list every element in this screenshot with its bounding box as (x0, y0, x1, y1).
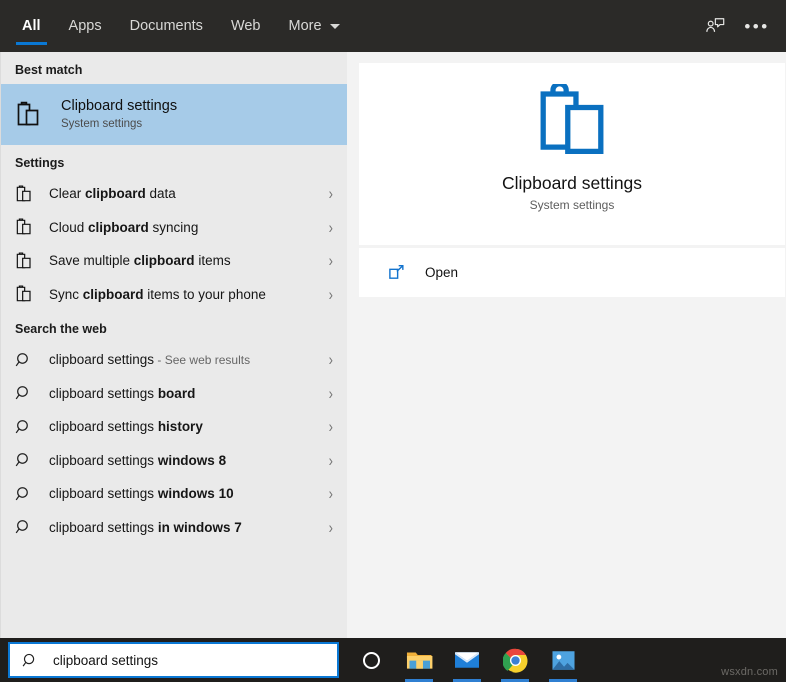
mail-button[interactable] (443, 638, 491, 682)
clipboard-icon (15, 184, 41, 204)
feedback-button[interactable] (694, 6, 736, 46)
clipboard-icon (15, 284, 41, 304)
tab-documents-label: Documents (130, 18, 203, 34)
windows-search-overlay: All Apps Documents Web More (0, 0, 786, 682)
tab-apps-label: Apps (69, 18, 102, 34)
chevron-right-icon: › (329, 519, 333, 535)
best-match-text: Clipboard settings System settings (61, 98, 177, 132)
file-explorer-button[interactable] (395, 638, 443, 682)
watermark: wsxdn.com (721, 666, 778, 678)
ellipsis-icon: ••• (744, 18, 769, 35)
feedback-person-icon (704, 15, 726, 37)
chevron-right-icon: › (329, 385, 333, 401)
settings-result-save-multiple-clipboard-items[interactable]: Save multiple clipboard items › (1, 244, 347, 278)
search-icon (15, 351, 41, 369)
cortana-button[interactable] (347, 638, 395, 682)
best-match-result[interactable]: Clipboard settings System settings (1, 84, 347, 145)
chrome-icon (503, 648, 528, 673)
cortana-circle-icon (363, 652, 380, 669)
photos-icon (551, 649, 576, 672)
chevron-right-icon: › (329, 286, 333, 302)
tab-more-label: More (289, 18, 322, 34)
web-result-windows-8[interactable]: clipboard settings windows 8 › (1, 444, 347, 478)
best-match-subtitle: System settings (61, 117, 177, 132)
tab-web-label: Web (231, 18, 261, 34)
settings-result-label: Cloud clipboard syncing (49, 220, 329, 235)
settings-heading: Settings (1, 145, 347, 177)
preview-title: Clipboard settings (502, 172, 642, 194)
search-icon (15, 485, 41, 503)
preview-action-open[interactable]: Open (359, 248, 785, 297)
clipboard-icon (15, 217, 41, 237)
web-result-windows-10[interactable]: clipboard settings windows 10 › (1, 477, 347, 511)
tab-more[interactable]: More (275, 0, 354, 52)
taskbar-search-box[interactable] (8, 642, 339, 678)
web-result-see-web-results[interactable]: clipboard settings - See web results › (1, 343, 347, 377)
web-result-in-windows-7[interactable]: clipboard settings in windows 7 › (1, 511, 347, 545)
preview-card: Clipboard settings System settings (359, 63, 785, 245)
more-options-button[interactable]: ••• (736, 6, 778, 46)
search-icon (15, 451, 41, 469)
mail-icon (454, 649, 480, 671)
clipboard-icon (15, 100, 49, 129)
settings-result-label: Sync clipboard items to your phone (49, 287, 329, 302)
chevron-right-icon: › (329, 419, 333, 435)
chevron-right-icon: › (329, 486, 333, 502)
search-icon (15, 384, 41, 402)
settings-result-sync-clipboard-items-to-your-phone[interactable]: Sync clipboard items to your phone › (1, 278, 347, 312)
search-filter-tabs: All Apps Documents Web More (8, 0, 354, 52)
tab-all[interactable]: All (8, 0, 55, 52)
settings-result-clear-clipboard-data[interactable]: Clear clipboard data › (1, 177, 347, 211)
tab-apps[interactable]: Apps (55, 0, 116, 52)
search-icon (22, 652, 39, 669)
preview-subtitle: System settings (530, 198, 615, 212)
settings-result-cloud-clipboard-syncing[interactable]: Cloud clipboard syncing › (1, 211, 347, 245)
best-match-heading: Best match (1, 52, 347, 84)
web-result-label: clipboard settings board (49, 386, 329, 401)
web-result-label: clipboard settings windows 10 (49, 486, 329, 501)
web-result-label: clipboard settings windows 8 (49, 453, 329, 468)
best-match-title: Clipboard settings (61, 98, 177, 115)
web-result-label: clipboard settings history (49, 419, 329, 434)
results-pane: Best match Clipboard settings System set… (0, 52, 347, 638)
chevron-right-icon: › (329, 186, 333, 202)
web-result-label: clipboard settings - See web results (49, 352, 329, 367)
preview-action-label: Open (425, 265, 458, 280)
open-external-icon (385, 264, 407, 281)
preview-pane: Clipboard settings System settings Open (347, 52, 786, 638)
clipboard-icon (534, 84, 610, 158)
photos-button[interactable] (539, 638, 587, 682)
settings-result-label: Clear clipboard data (49, 186, 329, 201)
taskbar: wsxdn.com (0, 638, 786, 682)
chrome-button[interactable] (491, 638, 539, 682)
file-explorer-icon (406, 648, 433, 672)
chevron-right-icon: › (329, 253, 333, 269)
search-input[interactable] (53, 653, 337, 668)
header-actions: ••• (694, 0, 778, 52)
chevron-right-icon: › (329, 452, 333, 468)
clipboard-icon (15, 251, 41, 271)
web-result-board[interactable]: clipboard settings board › (1, 377, 347, 411)
search-the-web-heading: Search the web (1, 311, 347, 343)
search-body: Best match Clipboard settings System set… (0, 52, 786, 638)
tab-all-label: All (22, 18, 41, 34)
chevron-down-icon (330, 24, 340, 29)
search-header: All Apps Documents Web More (0, 0, 786, 52)
web-result-history[interactable]: clipboard settings history › (1, 410, 347, 444)
settings-result-label: Save multiple clipboard items (49, 253, 329, 268)
tab-documents[interactable]: Documents (116, 0, 217, 52)
web-result-label: clipboard settings in windows 7 (49, 520, 329, 535)
tab-web[interactable]: Web (217, 0, 275, 52)
search-icon (15, 518, 41, 536)
chevron-right-icon: › (329, 219, 333, 235)
chevron-right-icon: › (329, 352, 333, 368)
search-icon (15, 418, 41, 436)
